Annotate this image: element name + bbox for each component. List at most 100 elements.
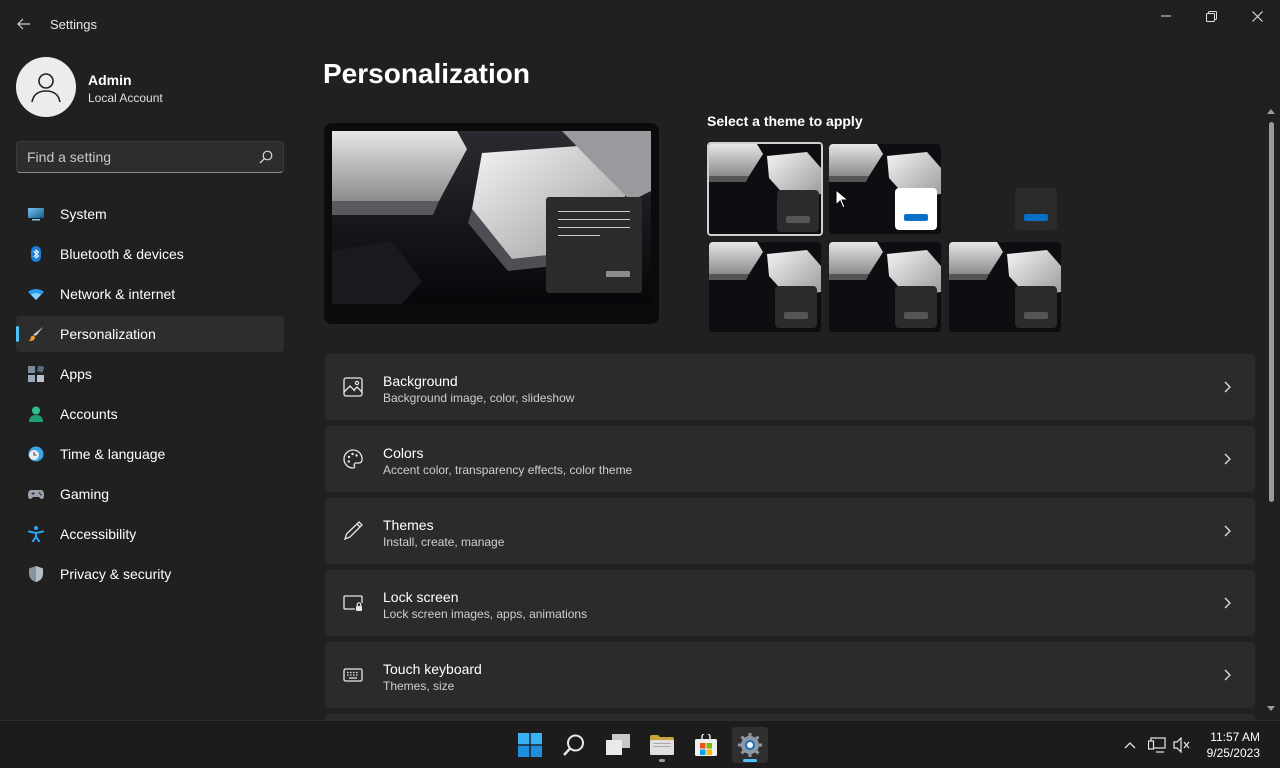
sidebar-item-apps[interactable]: Apps xyxy=(16,356,284,392)
page-title: Personalization xyxy=(323,58,530,89)
running-indicator xyxy=(659,759,665,762)
card-title: Colors xyxy=(383,445,424,461)
sidebar-item-label: Accounts xyxy=(60,406,118,422)
chevron-right-icon xyxy=(1224,453,1231,465)
start-button[interactable] xyxy=(512,727,548,763)
sidebar-item-system[interactable]: System xyxy=(16,196,284,232)
theme-tile-3[interactable] xyxy=(1015,188,1057,230)
pen-icon xyxy=(343,521,363,541)
person-icon xyxy=(29,406,43,422)
sidebar-item-bluetooth[interactable]: Bluetooth & devices xyxy=(16,236,284,272)
card-title: Themes xyxy=(383,517,434,533)
task-view-button[interactable] xyxy=(600,727,636,763)
account-type: Local Account xyxy=(88,91,163,105)
minimize-button[interactable] xyxy=(1143,4,1189,28)
card-subtitle: Install, create, manage xyxy=(383,535,505,549)
sidebar-item-personalization[interactable]: Personalization xyxy=(16,316,284,352)
gamepad-icon xyxy=(28,490,44,499)
close-button[interactable] xyxy=(1234,4,1280,28)
taskbar: 11:57 AM 9/25/2023 xyxy=(0,720,1280,768)
close-icon xyxy=(1251,10,1263,22)
theme-tile-5[interactable] xyxy=(829,242,941,332)
card-lock-screen[interactable]: Lock screen Lock screen images, apps, an… xyxy=(325,570,1255,636)
card-title: Touch keyboard xyxy=(383,661,482,677)
sidebar-item-privacy-security[interactable]: Privacy & security xyxy=(16,556,284,592)
search-icon[interactable] xyxy=(259,150,273,164)
sidebar: Admin Local Account System Bluetooth & d… xyxy=(0,48,300,720)
gear-icon xyxy=(738,733,762,757)
minimize-icon xyxy=(1161,15,1171,17)
theme-tile-6[interactable] xyxy=(949,242,1061,332)
card-title: Background xyxy=(383,373,458,389)
sidebar-item-label: Network & internet xyxy=(60,286,176,302)
network-monitor-icon xyxy=(1148,737,1166,753)
mouse-cursor-icon xyxy=(835,189,849,209)
clock-date: 9/25/2023 xyxy=(1206,746,1260,760)
card-title: Lock screen xyxy=(383,589,459,605)
chevron-up-icon xyxy=(1124,742,1136,749)
tile-window-light xyxy=(895,188,937,230)
search-box[interactable] xyxy=(16,141,284,173)
sidebar-item-time-language[interactable]: Time & language xyxy=(16,436,284,472)
tray-overflow-button[interactable] xyxy=(1120,735,1140,755)
theme-preview xyxy=(324,123,659,324)
sidebar-item-gaming[interactable]: Gaming xyxy=(16,476,284,512)
lock-screen-icon xyxy=(343,595,363,611)
sidebar-item-label: Bluetooth & devices xyxy=(60,246,184,262)
wifi-icon xyxy=(28,289,44,300)
app-title: Settings xyxy=(50,17,97,32)
sidebar-item-network[interactable]: Network & internet xyxy=(16,276,284,312)
tile-window-dark xyxy=(895,286,937,328)
card-subtitle: Lock screen images, apps, animations xyxy=(383,607,588,621)
scrollbar[interactable] xyxy=(1266,108,1276,720)
card-colors[interactable]: Colors Accent color, transparency effect… xyxy=(325,426,1255,492)
preview-wallpaper xyxy=(332,131,651,304)
sidebar-item-label: System xyxy=(60,206,107,222)
sidebar-item-label: Accessibility xyxy=(60,526,137,542)
theme-tile-4[interactable] xyxy=(709,242,821,332)
card-touch-keyboard[interactable]: Touch keyboard Themes, size xyxy=(325,642,1255,708)
card-background[interactable]: Background Background image, color, slid… xyxy=(325,354,1255,420)
user-name: Admin xyxy=(88,72,132,88)
avatar[interactable] xyxy=(16,57,76,117)
scroll-down-icon[interactable] xyxy=(1267,706,1275,712)
sidebar-item-accessibility[interactable]: Accessibility xyxy=(16,516,284,552)
theme-tile-1[interactable] xyxy=(707,142,823,236)
chevron-right-icon xyxy=(1224,669,1231,681)
card-subtitle: Background image, color, slideshow xyxy=(383,391,575,405)
restore-icon xyxy=(1205,10,1217,22)
taskbar-search-button[interactable] xyxy=(556,727,592,763)
shield-icon xyxy=(29,566,43,582)
taskbar-clock[interactable]: 11:57 AM 9/25/2023 xyxy=(1207,729,1260,761)
search-input[interactable] xyxy=(27,148,247,166)
title-bar: Settings xyxy=(0,0,1280,48)
speaker-muted-icon xyxy=(1173,737,1190,753)
search-icon xyxy=(563,734,584,756)
back-button[interactable] xyxy=(12,12,36,36)
store-button[interactable] xyxy=(688,727,724,763)
card-subtitle: Themes, size xyxy=(383,679,455,693)
apps-icon xyxy=(28,366,44,382)
chevron-right-icon xyxy=(1224,525,1231,537)
card-themes[interactable]: Themes Install, create, manage xyxy=(325,498,1255,564)
active-indicator xyxy=(743,759,757,762)
system-icon xyxy=(28,208,44,221)
theme-heading: Select a theme to apply xyxy=(707,113,863,129)
network-status-button[interactable] xyxy=(1147,735,1167,755)
scroll-up-icon[interactable] xyxy=(1267,108,1275,114)
preview-window-sample xyxy=(546,197,642,293)
file-explorer-button[interactable] xyxy=(644,727,680,763)
settings-app-button[interactable] xyxy=(732,727,768,763)
tile-window-dark xyxy=(775,286,817,328)
scroll-thumb[interactable] xyxy=(1269,122,1274,502)
sidebar-item-label: Time & language xyxy=(60,446,166,462)
settings-cards: Background Background image, color, slid… xyxy=(325,354,1255,714)
restore-button[interactable] xyxy=(1188,4,1234,28)
volume-button[interactable] xyxy=(1172,735,1192,755)
clock-globe-icon xyxy=(28,446,44,462)
windows-logo-icon xyxy=(518,733,542,757)
folder-icon xyxy=(650,735,674,755)
chevron-right-icon xyxy=(1224,381,1231,393)
image-icon xyxy=(343,377,363,397)
sidebar-item-accounts[interactable]: Accounts xyxy=(16,396,284,432)
